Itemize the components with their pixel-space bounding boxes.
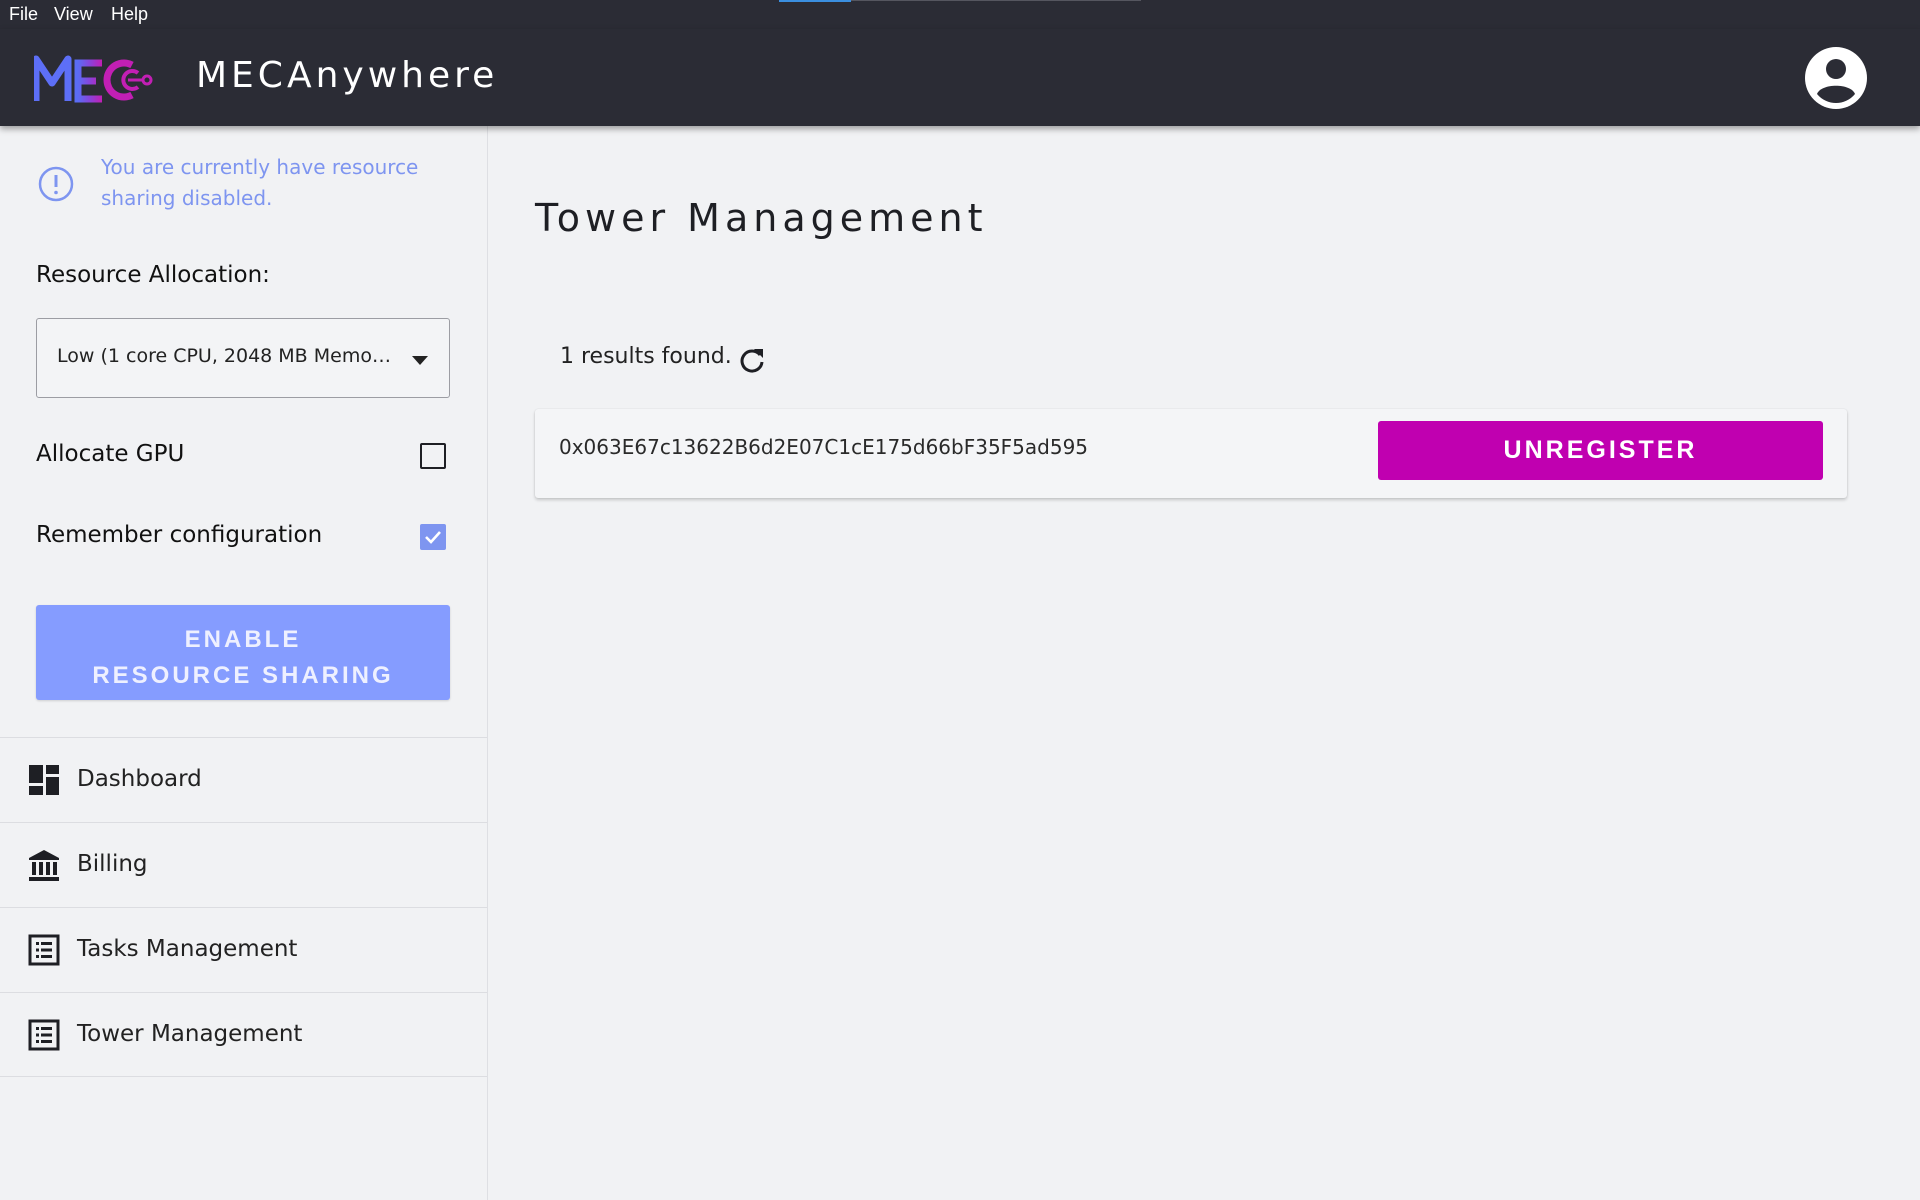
list-icon xyxy=(28,934,60,966)
refresh-icon[interactable] xyxy=(738,346,766,374)
unregister-button[interactable]: UNREGISTER xyxy=(1378,421,1823,480)
menu-bar: File View Help xyxy=(0,0,1920,29)
dashboard-icon xyxy=(29,765,59,795)
menu-help[interactable]: Help xyxy=(111,4,148,25)
allocate-gpu-checkbox[interactable] xyxy=(420,443,446,469)
nav-label-billing: Billing xyxy=(77,851,148,877)
enable-button-line1: ENABLE xyxy=(184,626,302,653)
loading-track xyxy=(851,0,1141,1)
nav-item-dashboard[interactable]: Dashboard xyxy=(0,737,487,822)
page-title: Tower Management xyxy=(535,196,988,240)
resource-allocation-label: Resource Allocation: xyxy=(36,262,270,288)
dropdown-arrow-icon xyxy=(412,356,428,365)
nav-item-billing[interactable]: Billing xyxy=(0,822,487,907)
enable-resource-sharing-button[interactable]: ENABLE RESOURCE SHARING xyxy=(36,605,450,700)
notice-text: You are currently have resource sharing … xyxy=(101,155,419,210)
sidebar: You are currently have resource sharing … xyxy=(0,126,488,1200)
tower-address: 0x063E67c13622B6d2E07C1cE175d66bF35F5ad5… xyxy=(559,435,1089,459)
menu-view[interactable]: View xyxy=(54,4,93,25)
remember-config-label: Remember configuration xyxy=(36,522,323,548)
nav-label-tower-management: Tower Management xyxy=(77,1021,303,1047)
allocate-gpu-label: Allocate GPU xyxy=(36,441,185,467)
remember-config-row: Remember configuration xyxy=(36,516,450,556)
remember-config-checkbox[interactable] xyxy=(420,524,446,550)
tower-card: 0x063E67c13622B6d2E07C1cE175d66bF35F5ad5… xyxy=(535,409,1847,498)
menu-file[interactable]: File xyxy=(9,4,38,25)
info-icon xyxy=(38,166,74,202)
loading-indicator xyxy=(779,0,851,2)
main-content: Tower Management 1 results found. 0x063E… xyxy=(489,126,1920,1200)
results-count: 1 results found. xyxy=(560,344,732,369)
enable-button-line2: RESOURCE SHARING xyxy=(92,662,394,689)
selected-allocation: Low (1 core CPU, 2048 MB Memory) xyxy=(57,345,397,367)
side-nav: Dashboard Billing Tasks Management Tower… xyxy=(0,737,487,1077)
nav-item-tower-management[interactable]: Tower Management xyxy=(0,992,487,1077)
nav-item-tasks-management[interactable]: Tasks Management xyxy=(0,907,487,992)
resource-allocation-select[interactable]: Low (1 core CPU, 2048 MB Memory) xyxy=(36,318,450,398)
allocate-gpu-row: Allocate GPU xyxy=(36,435,450,475)
list-icon xyxy=(28,1019,60,1051)
account-icon[interactable] xyxy=(1805,47,1867,109)
mec-logo xyxy=(34,55,153,103)
sharing-disabled-notice: You are currently have resource sharing … xyxy=(36,152,456,222)
app-header: MECAnywhere xyxy=(0,29,1920,126)
nav-label-dashboard: Dashboard xyxy=(77,766,202,792)
app-title: MECAnywhere xyxy=(196,55,499,96)
bank-icon xyxy=(29,850,59,881)
checkmark-icon xyxy=(425,531,441,544)
nav-label-tasks-management: Tasks Management xyxy=(77,936,298,962)
